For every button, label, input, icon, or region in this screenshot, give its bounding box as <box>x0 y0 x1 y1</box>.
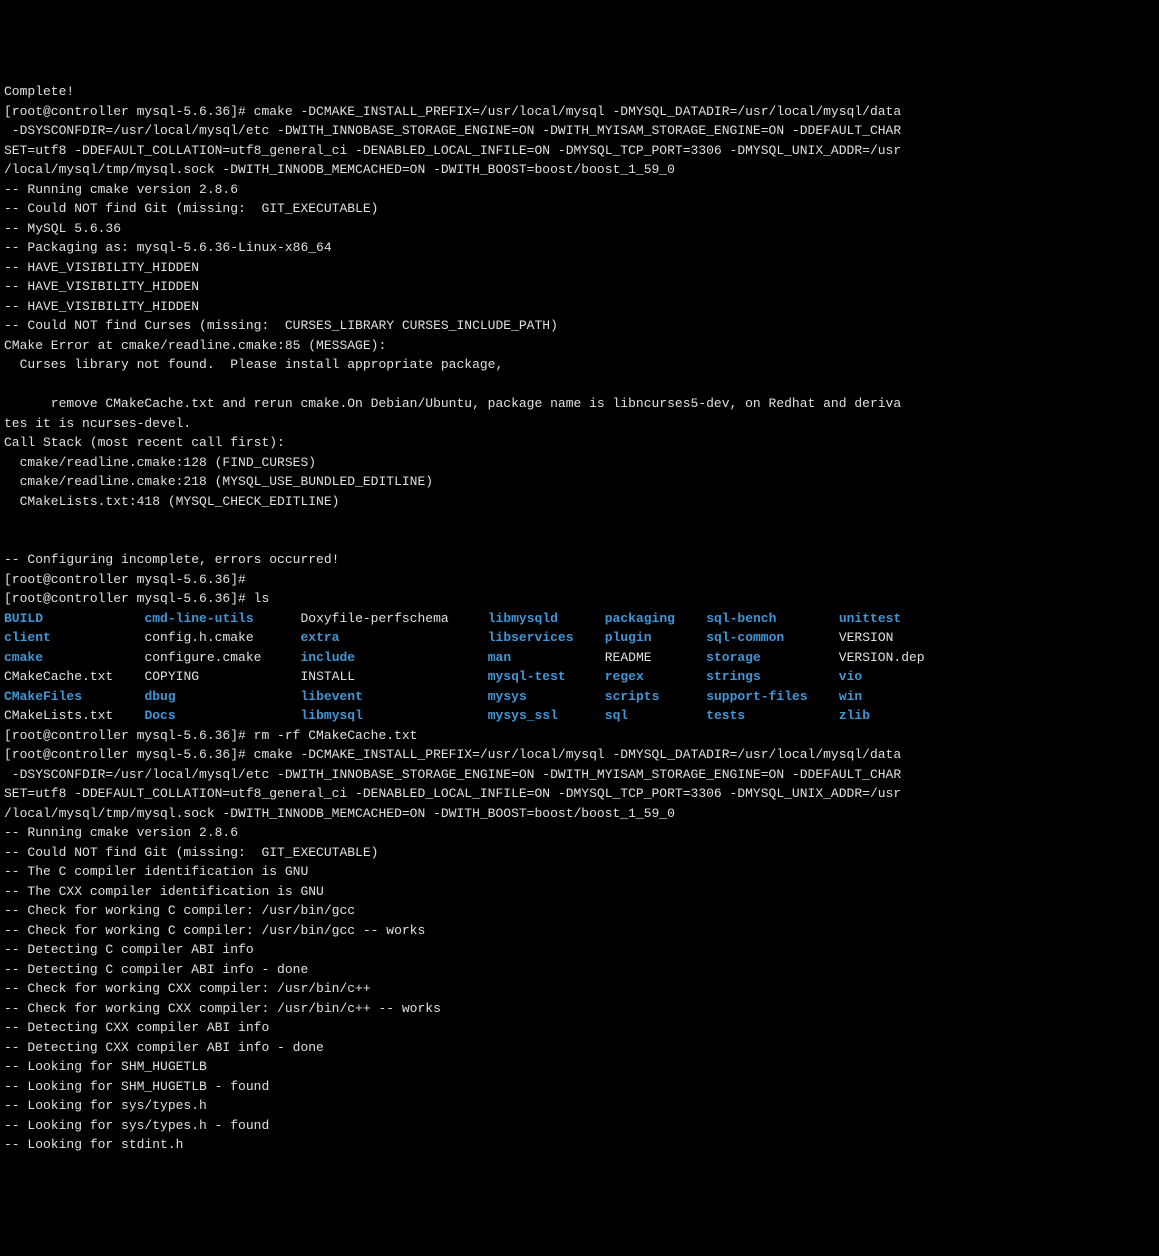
prompt-command-line: [root@controller mysql-5.6.36]# ls <box>4 591 269 606</box>
output-line: SET=utf8 -DDEFAULT_COLLATION=utf8_genera… <box>4 143 901 158</box>
ls-entry: tests <box>706 708 745 723</box>
output-line: -- Configuring incomplete, errors occurr… <box>4 552 339 567</box>
ls-entry: plugin <box>605 630 652 645</box>
ls-entry: config.h.cmake <box>144 630 253 645</box>
ls-entry: client <box>4 630 51 645</box>
output-line: cmake/readline.cmake:128 (FIND_CURSES) <box>4 455 316 470</box>
prompt-command-line: [root@controller mysql-5.6.36]# cmake -D… <box>4 747 901 762</box>
output-line: /local/mysql/tmp/mysql.sock -DWITH_INNOD… <box>4 806 675 821</box>
ls-entry: zlib <box>839 708 870 723</box>
terminal-output[interactable]: Complete! [root@controller mysql-5.6.36]… <box>4 82 1155 1155</box>
ls-entry: mysql-test <box>488 669 566 684</box>
ls-entry: dbug <box>144 689 175 704</box>
ls-entry: regex <box>605 669 644 684</box>
output-line: cmake/readline.cmake:218 (MYSQL_USE_BUND… <box>4 474 433 489</box>
output-line: -- HAVE_VISIBILITY_HIDDEN <box>4 260 199 275</box>
output-line: -- Detecting CXX compiler ABI info <box>4 1020 269 1035</box>
output-line: CMake Error at cmake/readline.cmake:85 (… <box>4 338 386 353</box>
ls-entry: mysys <box>488 689 527 704</box>
ls-entry: support-files <box>706 689 807 704</box>
ls-entry: libmysqld <box>488 611 558 626</box>
ls-entry: COPYING <box>144 669 199 684</box>
output-line: -- The C compiler identification is GNU <box>4 864 308 879</box>
output-line: remove CMakeCache.txt and rerun cmake.On… <box>4 396 901 411</box>
ls-entry: CMakeCache.txt <box>4 669 113 684</box>
ls-entry: packaging <box>605 611 675 626</box>
output-line: SET=utf8 -DDEFAULT_COLLATION=utf8_genera… <box>4 786 901 801</box>
output-line: -- Looking for stdint.h <box>4 1137 183 1152</box>
output-line: -- Check for working C compiler: /usr/bi… <box>4 903 355 918</box>
ls-entry: cmake <box>4 650 43 665</box>
ls-entry: configure.cmake <box>144 650 261 665</box>
output-line: -- Packaging as: mysql-5.6.36-Linux-x86_… <box>4 240 332 255</box>
output-line: tes it is ncurses-devel. <box>4 416 191 431</box>
ls-entry: mysys_ssl <box>488 708 558 723</box>
ls-entry: README <box>605 650 652 665</box>
output-line: -- The CXX compiler identification is GN… <box>4 884 324 899</box>
ls-entry: strings <box>706 669 761 684</box>
output-line: -- Check for working CXX compiler: /usr/… <box>4 981 371 996</box>
ls-entry: sql-common <box>706 630 784 645</box>
output-line: -- HAVE_VISIBILITY_HIDDEN <box>4 299 199 314</box>
output-line: -- Looking for SHM_HUGETLB - found <box>4 1079 269 1094</box>
ls-entry: CMakeLists.txt <box>4 708 113 723</box>
output-line: -- Detecting CXX compiler ABI info - don… <box>4 1040 324 1055</box>
output-line: -- HAVE_VISIBILITY_HIDDEN <box>4 279 199 294</box>
ls-entry: VERSION.dep <box>839 650 925 665</box>
output-line: /local/mysql/tmp/mysql.sock -DWITH_INNOD… <box>4 162 675 177</box>
output-line: -- Could NOT find Git (missing: GIT_EXEC… <box>4 845 386 860</box>
ls-entry: man <box>488 650 511 665</box>
ls-entry: libmysql <box>300 708 362 723</box>
output-line: -- Looking for SHM_HUGETLB <box>4 1059 207 1074</box>
ls-entry: libevent <box>300 689 362 704</box>
ls-entry: unittest <box>839 611 901 626</box>
output-line: -- Running cmake version 2.8.6 <box>4 182 238 197</box>
ls-entry: scripts <box>605 689 660 704</box>
output-line: Curses library not found. Please install… <box>4 357 503 372</box>
output-line: -- Could NOT find Curses (missing: CURSE… <box>4 318 566 333</box>
output-line: Complete! <box>4 84 74 99</box>
ls-entry: win <box>839 689 862 704</box>
ls-entry: sql <box>605 708 628 723</box>
ls-entry: INSTALL <box>300 669 355 684</box>
ls-entry: libservices <box>488 630 574 645</box>
ls-entry: VERSION <box>839 630 894 645</box>
output-line: -- Detecting C compiler ABI info <box>4 942 254 957</box>
ls-entry: Doxyfile-perfschema <box>300 611 448 626</box>
ls-entry: storage <box>706 650 761 665</box>
output-line: Call Stack (most recent call first): <box>4 435 285 450</box>
output-line: CMakeLists.txt:418 (MYSQL_CHECK_EDITLINE… <box>4 494 339 509</box>
ls-entry: Docs <box>144 708 175 723</box>
ls-entry: CMakeFiles <box>4 689 82 704</box>
ls-entry: BUILD <box>4 611 43 626</box>
output-line: -- Check for working CXX compiler: /usr/… <box>4 1001 441 1016</box>
output-line: -- Detecting C compiler ABI info - done <box>4 962 308 977</box>
prompt-command-line: [root@controller mysql-5.6.36]# rm -rf C… <box>4 728 425 743</box>
output-line: -- Running cmake version 2.8.6 <box>4 825 238 840</box>
output-line: -- MySQL 5.6.36 <box>4 221 121 236</box>
ls-entry: vio <box>839 669 862 684</box>
ls-output: BUILD cmd-line-utils Doxyfile-perfschema… <box>4 609 1155 726</box>
ls-entry: cmd-line-utils <box>144 611 253 626</box>
output-line: -- Check for working C compiler: /usr/bi… <box>4 923 425 938</box>
output-line: -- Could NOT find Git (missing: GIT_EXEC… <box>4 201 386 216</box>
output-line: -- Looking for sys/types.h <box>4 1098 207 1113</box>
ls-entry: extra <box>300 630 339 645</box>
output-line: -DSYSCONFDIR=/usr/local/mysql/etc -DWITH… <box>4 123 901 138</box>
ls-entry: include <box>300 650 355 665</box>
ls-entry: sql-bench <box>706 611 776 626</box>
prompt-command-line: [root@controller mysql-5.6.36]# cmake -D… <box>4 104 901 119</box>
output-line: -- Looking for sys/types.h - found <box>4 1118 269 1133</box>
output-line: -DSYSCONFDIR=/usr/local/mysql/etc -DWITH… <box>4 767 901 782</box>
prompt-command-line: [root@controller mysql-5.6.36]# <box>4 572 254 587</box>
